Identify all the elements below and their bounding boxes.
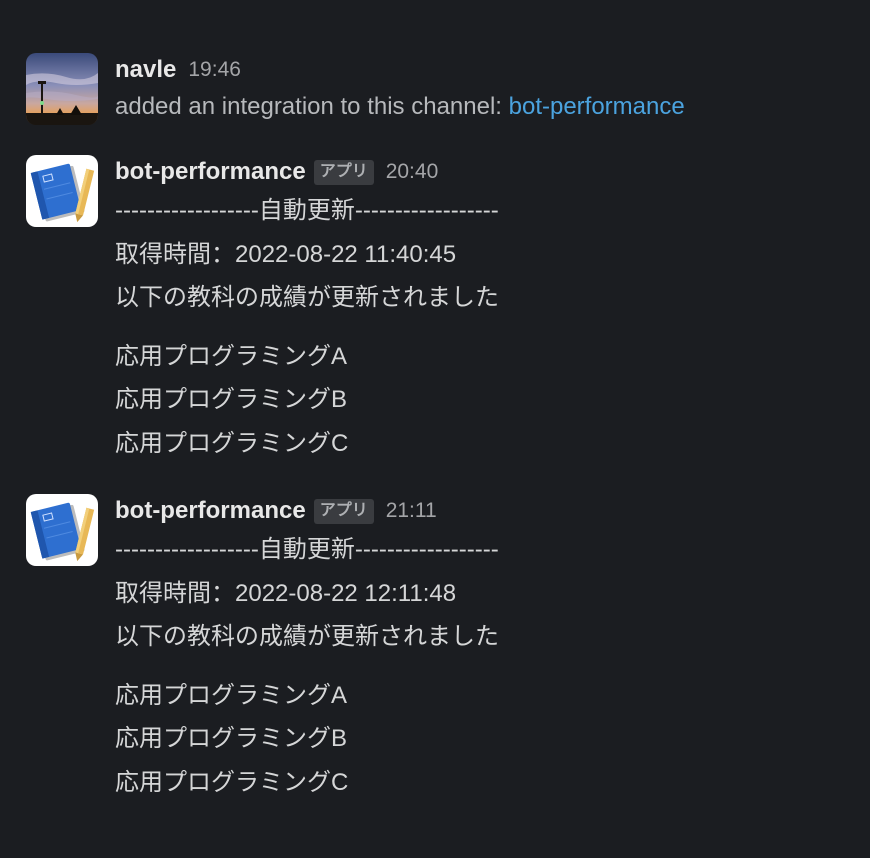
message-line: ------------------自動更新------------------	[115, 197, 499, 224]
subject-line: 応用プログラミングA	[115, 342, 348, 370]
subject-line: 応用プログラミングC	[115, 429, 349, 457]
system-message-text: added an integration to this channel: bo…	[115, 87, 846, 127]
subject-line: 応用プログラミングB	[115, 725, 348, 752]
subject-line: 応用プログラミングB	[115, 386, 348, 413]
app-badge: アプリ	[313, 159, 374, 185]
user-avatar[interactable]	[26, 53, 98, 125]
message-body: bot-performance アプリ 20:40 --------------…	[115, 155, 846, 465]
message-feed: navle 19:46 added an integration to this…	[0, 0, 870, 858]
message-body: bot-performance アプリ 21:11 --------------…	[115, 494, 846, 804]
author-name[interactable]: navle	[115, 56, 176, 84]
integration-link[interactable]: bot-performance	[509, 93, 685, 120]
timestamp[interactable]: 19:46	[188, 58, 241, 82]
subject-line: 応用プログラミングA	[115, 681, 348, 709]
message-line: 取得時間：2022-08-22 11:40:45	[115, 240, 457, 268]
sunset-photo-avatar	[26, 53, 98, 125]
notebook-pencil-icon	[26, 494, 98, 566]
system-message-prefix: added an integration to this channel:	[115, 93, 509, 120]
bot-avatar[interactable]	[26, 155, 98, 227]
timestamp[interactable]: 20:40	[386, 160, 439, 184]
bot-avatar[interactable]	[26, 494, 98, 566]
timestamp[interactable]: 21:11	[386, 499, 437, 523]
app-badge: アプリ	[313, 498, 374, 524]
message-line: 以下の教科の成績が更新されました	[115, 623, 499, 650]
message-header: navle 19:46	[115, 53, 846, 87]
message-body: navle 19:46 added an integration to this…	[115, 53, 846, 127]
message-line: ------------------自動更新------------------	[115, 536, 499, 563]
message-header: bot-performance アプリ 21:11	[115, 494, 846, 528]
author-name[interactable]: bot-performance	[115, 497, 306, 525]
author-name[interactable]: bot-performance	[115, 158, 306, 186]
message-header: bot-performance アプリ 20:40	[115, 155, 846, 189]
subject-line: 応用プログラミングC	[115, 768, 349, 796]
notebook-pencil-icon	[26, 155, 98, 227]
message-line: 以下の教科の成績が更新されました	[115, 284, 499, 311]
message-line: 取得時間：2022-08-22 12:11:48	[115, 579, 457, 607]
